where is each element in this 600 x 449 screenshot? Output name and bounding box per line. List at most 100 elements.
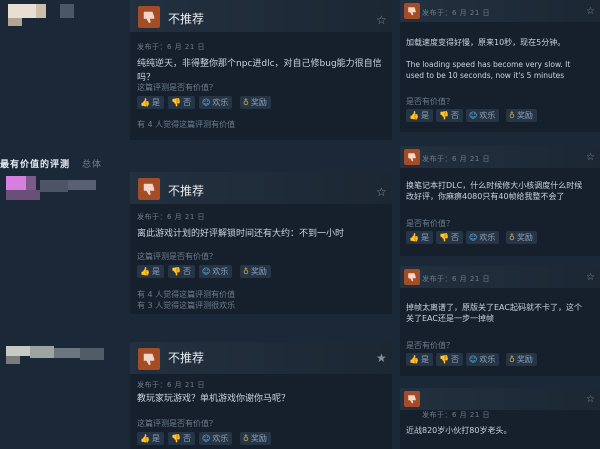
award-icon: ♁ (243, 434, 249, 443)
smile-icon: ☺ (469, 111, 478, 120)
helpful-question: 是否有价值？ (406, 219, 454, 228)
thumbs-down-icon (138, 178, 160, 200)
vote-no-button[interactable]: 👎 否 (168, 96, 195, 109)
thumbs-down-icon (404, 3, 420, 19)
vote-funny-button[interactable]: ☺ 欢乐 (199, 432, 233, 445)
helpful-question: 这篇评测是否有价值？ (137, 252, 217, 261)
smile-icon: ☺ (202, 434, 211, 443)
vote-funny-button[interactable]: ☺ 欢乐 (199, 265, 233, 278)
recent-review-card: 发布于：6 月 21 日 ☆ 掉帧太离谱了，原版关了EAC起码就不卡了，这个 关… (400, 266, 600, 376)
vote-no-button[interactable]: 👎 否 (168, 265, 195, 278)
award-button[interactable]: ♁ 奖励 (240, 265, 271, 278)
thumbs-down-icon: 👎 (439, 355, 449, 364)
recent-review-card: 发布于：6 月 21 日 ☆ 近战820岁小伙打80岁老头。 (400, 388, 600, 449)
review-card: 不推荐 ☆ 发布于：6 月 21 日 离此游戏计划的好评解锁时间还有大约：不到一… (130, 172, 392, 314)
star-icon[interactable]: ☆ (586, 6, 595, 18)
thumbs-down-icon (138, 6, 160, 28)
vote-yes-button[interactable]: 👍 是 (406, 353, 433, 366)
avatar-blur (0, 0, 130, 45)
award-button[interactable]: ♁ 奖励 (506, 353, 537, 366)
vote-yes-button[interactable]: 👍 是 (406, 231, 433, 244)
award-icon: ♁ (509, 355, 515, 364)
review-text: 教玩家玩游戏？单机游戏你谢你马呢？ (137, 394, 291, 404)
thumbs-up-icon: 👍 (409, 355, 419, 364)
award-button[interactable]: ♁ 奖励 (506, 109, 537, 122)
recent-review-card: 发布于：6 月 21 日 ☆ 加载速度变得好慢，原来10秒，现在5分钟。 The… (400, 0, 600, 132)
smile-icon: ☺ (469, 355, 478, 364)
review-text: 离此游戏计划的好评解锁时间还有大约：不到一小时 (137, 229, 345, 239)
award-button[interactable]: ♁ 奖励 (240, 96, 271, 109)
vote-no-button[interactable]: 👎 否 (436, 231, 463, 244)
review-date: 发布于：6 月 21 日 (422, 411, 491, 419)
review-card: 不推荐 ★ 发布于：6 月 21 日 教玩家玩游戏？单机游戏你谢你马呢？ 这篇评… (130, 342, 392, 449)
avatar-blur (0, 342, 130, 387)
review-date: 发布于：6 月 21 日 (422, 9, 491, 17)
helpful-question: 这篇评测是否有价值？ (137, 419, 217, 428)
award-icon: ♁ (509, 233, 515, 242)
smile-icon: ☺ (469, 233, 478, 242)
review-text: 纯纯逆天，非得整你那个npc进dlc，对自己修bug能力很自信吗？ (137, 59, 382, 83)
review-text-line: 近战820岁小伙打80岁老头。 (406, 426, 512, 435)
section-subtitle[interactable]: 总体 (82, 157, 102, 170)
review-text-line: used to be 10 seconds, now it's 5 minute… (406, 71, 565, 80)
award-button[interactable]: ♁ 奖励 (240, 432, 271, 445)
vote-funny-button[interactable]: ☺ 欢乐 (466, 353, 500, 366)
vote-yes-button[interactable]: 👍 是 (137, 432, 164, 445)
funny-count: 有 3 人觉得这篇评测很欢乐 (137, 301, 236, 310)
thumbs-down-icon: 👎 (171, 98, 181, 107)
star-icon[interactable]: ☆ (586, 272, 595, 284)
award-icon: ♁ (243, 98, 249, 107)
review-header (400, 388, 600, 410)
thumbs-down-icon (404, 391, 420, 407)
award-button[interactable]: ♁ 奖励 (506, 231, 537, 244)
helpful-question: 是否有价值？ (406, 341, 454, 350)
review-date: 发布于：6 月 21 日 (422, 275, 491, 283)
thumbs-up-icon: 👍 (140, 267, 150, 276)
star-icon[interactable]: ★ (376, 352, 387, 364)
star-icon[interactable]: ☆ (376, 14, 387, 26)
vote-yes-button[interactable]: 👍 是 (137, 96, 164, 109)
thumbs-up-icon: 👍 (409, 111, 419, 120)
review-text-line: 改好评，你麻痹4080只有40帧给我整不会了 (406, 192, 565, 201)
review-date: 发布于：6 月 21 日 (137, 381, 206, 389)
smile-icon: ☺ (202, 267, 211, 276)
vote-no-button[interactable]: 👎 否 (436, 109, 463, 122)
thumbs-down-icon (404, 269, 420, 285)
vote-yes-button[interactable]: 👍 是 (137, 265, 164, 278)
helpful-question: 是否有价值？ (406, 97, 454, 106)
vote-funny-button[interactable]: ☺ 欢乐 (466, 231, 500, 244)
review-card: 不推荐 ☆ 发布于：6 月 21 日 纯纯逆天，非得整你那个npc进dlc，对自… (130, 0, 392, 140)
recent-review-card: 发布于：6 月 21 日 ☆ 换笔记本打DLC，什么时候修大小核调度什么时候 改… (400, 146, 600, 256)
vote-funny-button[interactable]: ☺ 欢乐 (466, 109, 500, 122)
review-text-line: 加载速度变得好慢，原来10秒，现在5分钟。 (406, 38, 566, 47)
thumbs-up-icon: 👍 (140, 434, 150, 443)
star-icon[interactable]: ☆ (376, 186, 387, 198)
vote-funny-button[interactable]: ☺ 欢乐 (199, 96, 233, 109)
review-date: 发布于：6 月 21 日 (137, 43, 206, 51)
star-icon[interactable]: ☆ (586, 152, 595, 164)
section-title: 最有价值的评测 (0, 160, 71, 170)
smile-icon: ☺ (202, 98, 211, 107)
star-icon[interactable]: ☆ (586, 394, 595, 406)
review-date: 发布于：6 月 21 日 (137, 213, 206, 221)
vote-yes-button[interactable]: 👍 是 (406, 109, 433, 122)
review-verdict: 不推荐 (168, 184, 205, 198)
helpful-count: 有 4 人觉得这篇评测有价值 (137, 120, 236, 129)
vote-no-button[interactable]: 👎 否 (168, 432, 195, 445)
helpful-count: 有 4 人觉得这篇评测有价值 (137, 290, 236, 299)
review-verdict: 不推荐 (168, 12, 205, 26)
thumbs-down-icon (138, 348, 160, 370)
avatar-blur (0, 172, 130, 217)
thumbs-down-icon: 👎 (439, 111, 449, 120)
review-verdict: 不推荐 (168, 351, 205, 365)
helpful-question: 这篇评测是否有价值？ (137, 83, 217, 92)
thumbs-down-icon: 👎 (171, 434, 181, 443)
award-icon: ♁ (509, 111, 515, 120)
thumbs-up-icon: 👍 (409, 233, 419, 242)
review-date: 发布于：6 月 21 日 (422, 155, 491, 163)
thumbs-down-icon (404, 149, 420, 165)
thumbs-up-icon: 👍 (140, 98, 150, 107)
thumbs-down-icon: 👎 (439, 233, 449, 242)
thumbs-down-icon: 👎 (171, 267, 181, 276)
vote-no-button[interactable]: 👎 否 (436, 353, 463, 366)
